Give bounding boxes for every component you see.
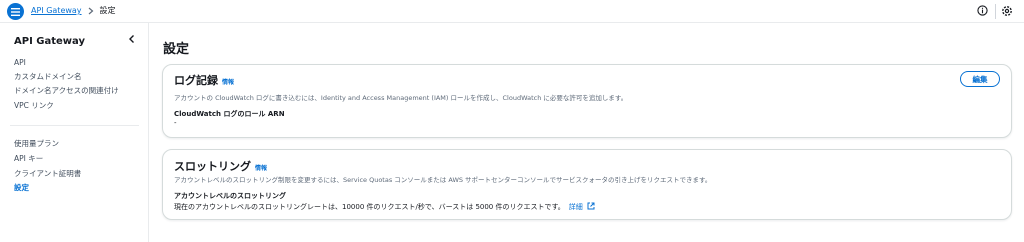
throttling-description: アカウントレベルのスロットリング制限を変更するには、Service Quotas… — [174, 176, 712, 184]
throttling-container: スロットリング 情報 アカウントレベルのスロットリング制限を変更するには、Serv… — [162, 149, 1012, 220]
sidebar-item-custom-domain-names[interactable]: カスタムドメイン名 — [14, 72, 82, 82]
throttling-info-link[interactable]: 情報 — [255, 165, 267, 172]
sidebar-item-vpc-links[interactable]: VPC リンク — [14, 101, 54, 111]
breadcrumb: API Gateway 設定 — [31, 5, 116, 17]
sidebar-item-client-certificates[interactable]: クライアント証明書 — [14, 169, 81, 179]
chevron-right-icon — [88, 7, 94, 15]
sidebar-item-domain-access-associations[interactable]: ドメイン名アクセスの関連付け — [14, 86, 119, 96]
learn-more-link[interactable]: 詳細 — [568, 202, 595, 211]
logging-info-link[interactable]: 情報 — [222, 79, 234, 86]
sidebar-divider — [10, 125, 139, 126]
external-link-icon — [587, 202, 595, 210]
sidebar-title: API Gateway — [14, 36, 85, 47]
sidebar-item-api[interactable]: API — [14, 58, 26, 68]
cloudwatch-role-arn-value: - — [174, 119, 177, 127]
logging-title: ログ記録 情報 — [174, 72, 234, 88]
learn-more-label: 詳細 — [568, 203, 583, 211]
cloudwatch-role-arn-label: CloudWatch ログのロール ARN — [174, 110, 285, 118]
logging-title-text: ログ記録 — [174, 74, 218, 87]
account-throttling-value: 現在のアカウントレベルのスロットリングレートは、10000 件のリクエスト/秒で… — [174, 202, 595, 212]
side-navigation: API Gateway API カスタムドメイン名 ドメイン名アクセスの関連付け… — [0, 23, 149, 242]
sidebar-item-api-keys[interactable]: API キー — [14, 154, 43, 164]
throttling-title: スロットリング 情報 — [174, 158, 267, 174]
logging-container: ログ記録 情報 編集 アカウントの CloudWatch ログに書き込むには、Id… — [162, 64, 1012, 138]
edit-button[interactable]: 編集 — [960, 71, 1000, 87]
breadcrumb-current: 設定 — [99, 6, 116, 15]
account-throttling-text: 現在のアカウントレベルのスロットリングレートは、10000 件のリクエスト/秒で… — [174, 203, 565, 211]
menu-icon[interactable] — [7, 3, 24, 20]
info-circle-icon[interactable] — [977, 5, 988, 16]
sidebar-item-usage-plans[interactable]: 使用量プラン — [14, 139, 59, 149]
topbar-divider — [995, 4, 996, 19]
logging-description: アカウントの CloudWatch ログに書き込むには、Identity and… — [174, 94, 628, 102]
throttling-title-text: スロットリング — [174, 160, 251, 173]
top-navigation: API Gateway 設定 — [0, 0, 1024, 23]
sidebar-item-settings[interactable]: 設定 — [14, 183, 29, 193]
gear-icon[interactable] — [1001, 5, 1013, 17]
account-throttling-label: アカウントレベルのスロットリング — [174, 192, 286, 200]
chevron-left-icon[interactable] — [126, 33, 138, 45]
page-title: 設定 — [163, 42, 190, 57]
breadcrumb-api-gateway-link[interactable]: API Gateway — [31, 5, 82, 17]
